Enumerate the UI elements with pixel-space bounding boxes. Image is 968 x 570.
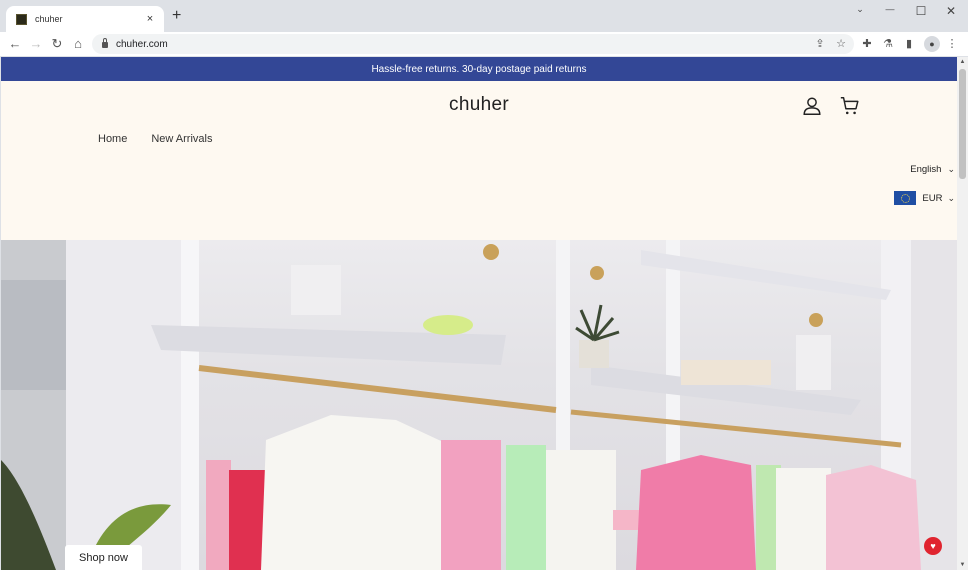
moon-hook <box>483 244 499 260</box>
home-button[interactable]: ⌂ <box>69 35 87 53</box>
scroll-down-icon[interactable]: ▼ <box>957 562 968 568</box>
url-text: chuher.com <box>116 38 168 50</box>
address-bar[interactable]: chuher.com <box>92 34 854 54</box>
page-viewport: Hassle-free returns. 30-day postage paid… <box>1 57 957 570</box>
language-label: English <box>910 164 942 175</box>
site-header: chuher Home New Arrivals English ⌄ EUR ⌄ <box>1 81 957 240</box>
hero-banner: Shop now ♥ <box>1 240 957 570</box>
garment-green <box>506 445 546 570</box>
site-favicon-icon <box>16 13 27 25</box>
eu-flag-icon <box>894 191 917 205</box>
browser-menu-icon[interactable]: ⋮ <box>944 36 960 52</box>
clothing-rail <box>570 409 902 448</box>
chevron-down-icon: ⌄ <box>947 164 955 174</box>
tab-title: chuher <box>35 14 63 24</box>
extensions-icon[interactable]: ✚ <box>859 36 875 52</box>
folded-clothes <box>681 360 771 385</box>
browser-tab[interactable]: chuher × <box>6 6 164 32</box>
share-icon[interactable]: ⇪ <box>812 36 828 52</box>
cart-icon[interactable] <box>839 95 861 117</box>
moon-hook <box>809 313 823 327</box>
close-window-button[interactable]: ✕ <box>941 4 961 18</box>
rack-post <box>181 240 199 570</box>
page-scrollbar[interactable]: ▲ ▼ <box>957 57 968 570</box>
labs-flask-icon[interactable]: ⚗ <box>880 36 896 52</box>
garment-white-shirt <box>261 415 471 570</box>
main-menu: Home New Arrivals <box>98 133 212 145</box>
scroll-up-icon[interactable]: ▲ <box>957 59 968 65</box>
browser-toolbar: ← → ↻ ⌂ chuher.com ⇪ ☆ ✚ ⚗ ▮ ● ⋮ <box>0 32 968 56</box>
menu-item-new-arrivals[interactable]: New Arrivals <box>151 133 212 145</box>
garment-pink-knit <box>441 440 501 570</box>
left-shelf-shadow <box>1 280 66 390</box>
new-tab-button[interactable]: + <box>172 8 181 24</box>
help-chat-icon[interactable]: ♥ <box>924 537 942 555</box>
browser-tab-strip: chuher × + ⌄ — ☐ ✕ <box>0 0 968 32</box>
minimize-button[interactable]: — <box>880 4 900 14</box>
announcement-text: Hassle-free returns. 30-day postage paid… <box>371 63 587 75</box>
shop-now-button[interactable]: Shop now <box>65 545 142 570</box>
profile-avatar-icon[interactable]: ● <box>924 36 940 52</box>
hero-image <box>1 240 957 570</box>
menu-item-home[interactable]: Home <box>98 133 127 145</box>
currency-selector[interactable]: EUR ⌄ <box>894 191 955 205</box>
tab-search-icon[interactable]: ⌄ <box>850 4 870 15</box>
chevron-down-icon: ⌄ <box>947 192 955 203</box>
shoe-display <box>423 315 473 335</box>
lock-icon <box>102 38 108 48</box>
currency-label: EUR <box>922 192 943 204</box>
moon-hook <box>590 266 604 280</box>
garment-pink-polo <box>636 455 756 570</box>
new-sign <box>796 335 831 390</box>
maximize-button[interactable]: ☐ <box>911 4 931 18</box>
plant-leaves <box>575 304 620 342</box>
back-button[interactable]: ← <box>6 35 24 53</box>
tab-close-icon[interactable]: × <box>144 13 156 25</box>
reload-button[interactable]: ↻ <box>48 35 66 53</box>
forward-button[interactable]: → <box>27 35 45 53</box>
bookmark-star-icon[interactable]: ☆ <box>833 36 849 52</box>
language-selector[interactable]: English ⌄ <box>910 164 955 175</box>
side-panel-icon[interactable]: ▮ <box>901 36 917 52</box>
garment-pink <box>206 460 231 570</box>
account-icon[interactable] <box>801 95 823 117</box>
garment-white <box>776 468 831 570</box>
garment-floral <box>826 465 921 570</box>
garment-white <box>546 450 616 570</box>
clothing-rail <box>198 365 557 413</box>
scrollbar-thumb[interactable] <box>959 69 966 179</box>
bestseller-sign <box>291 265 341 315</box>
plant-pot <box>579 340 609 368</box>
announcement-bar: Hassle-free returns. 30-day postage paid… <box>1 57 957 81</box>
